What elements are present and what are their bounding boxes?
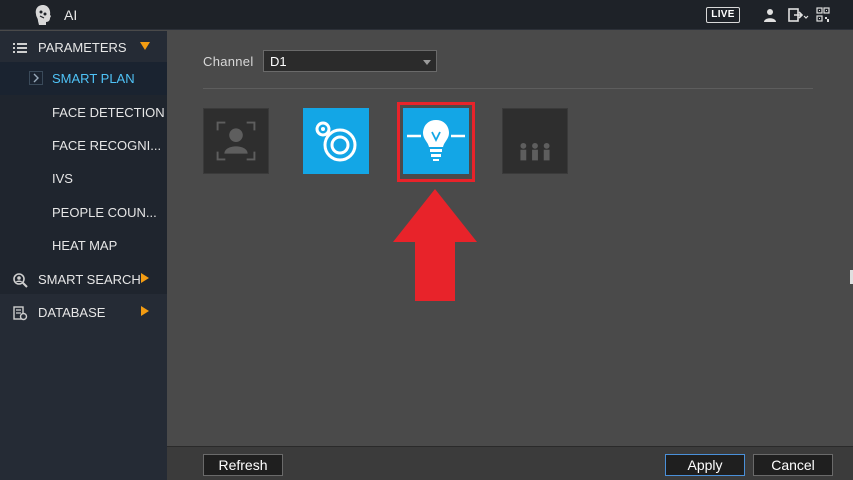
- user-icon[interactable]: [762, 7, 778, 23]
- qr-code-icon[interactable]: [816, 7, 830, 23]
- list-icon: [13, 43, 27, 53]
- channel-label: Channel: [203, 54, 254, 69]
- smart-plan-panel: Channel D1: [167, 31, 853, 446]
- sidebar-group-label: PARAMETERS: [38, 40, 127, 55]
- sidebar-item-label: FACE RECOGNI...: [52, 138, 162, 153]
- people-group-icon: [520, 142, 550, 161]
- sidebar-group-label: SMART SEARCH: [38, 272, 141, 287]
- chevron-right-icon: [141, 306, 149, 316]
- top-bar: AI LIVE: [0, 0, 853, 30]
- sidebar-item-label: IVS: [52, 171, 73, 186]
- face-frame-icon: [216, 121, 256, 161]
- sidebar-item-people-counting[interactable]: PEOPLE COUN...: [0, 196, 167, 229]
- chevron-down-icon: [140, 42, 150, 50]
- plan-tile-face-recognition[interactable]: [203, 108, 269, 174]
- sidebar: PARAMETERS SMART PLAN FACE DETECTION FAC…: [0, 31, 167, 480]
- plan-tile-ivs[interactable]: [303, 108, 369, 174]
- channel-value: D1: [270, 54, 287, 69]
- sidebar-item-label: HEAT MAP: [52, 238, 118, 253]
- chevron-down-icon: [423, 60, 431, 65]
- sidebar-group-label: DATABASE: [38, 305, 106, 320]
- ivs-circles-icon: [315, 121, 357, 162]
- channel-select[interactable]: D1: [263, 50, 437, 72]
- sidebar-item-face-detection[interactable]: FACE DETECTION: [0, 96, 167, 129]
- highlight-box: [397, 102, 475, 182]
- app-title: AI: [64, 7, 78, 23]
- sidebar-item-heat-map[interactable]: HEAT MAP: [0, 229, 167, 262]
- cancel-button[interactable]: Cancel: [753, 454, 833, 476]
- sidebar-group-parameters[interactable]: PARAMETERS: [0, 31, 167, 64]
- apply-button[interactable]: Apply: [665, 454, 745, 476]
- chevron-right-icon: [141, 273, 149, 283]
- sidebar-item-label: PEOPLE COUN...: [52, 205, 157, 220]
- sidebar-item-label: FACE DETECTION: [52, 105, 165, 120]
- chevron-right-icon: [29, 71, 43, 85]
- arrow-up-icon: [393, 189, 477, 301]
- sidebar-item-face-recognition[interactable]: FACE RECOGNI...: [0, 129, 167, 162]
- divider: [203, 88, 813, 89]
- sidebar-group-smart-search[interactable]: SMART SEARCH: [0, 263, 167, 296]
- sidebar-item-label: SMART PLAN: [52, 71, 135, 86]
- sidebar-item-ivs[interactable]: IVS: [0, 162, 167, 195]
- live-button[interactable]: LIVE: [706, 7, 740, 23]
- refresh-button[interactable]: Refresh: [203, 454, 283, 476]
- sidebar-group-database[interactable]: DATABASE: [0, 296, 167, 329]
- footer-bar: Refresh Apply Cancel: [167, 446, 853, 480]
- database-icon: [13, 306, 28, 321]
- search-person-icon: [13, 273, 28, 288]
- logout-icon[interactable]: [788, 7, 810, 23]
- sidebar-item-smart-plan[interactable]: SMART PLAN: [0, 62, 167, 95]
- plan-tile-people-counting[interactable]: [502, 108, 568, 174]
- app-logo-icon: [35, 5, 51, 25]
